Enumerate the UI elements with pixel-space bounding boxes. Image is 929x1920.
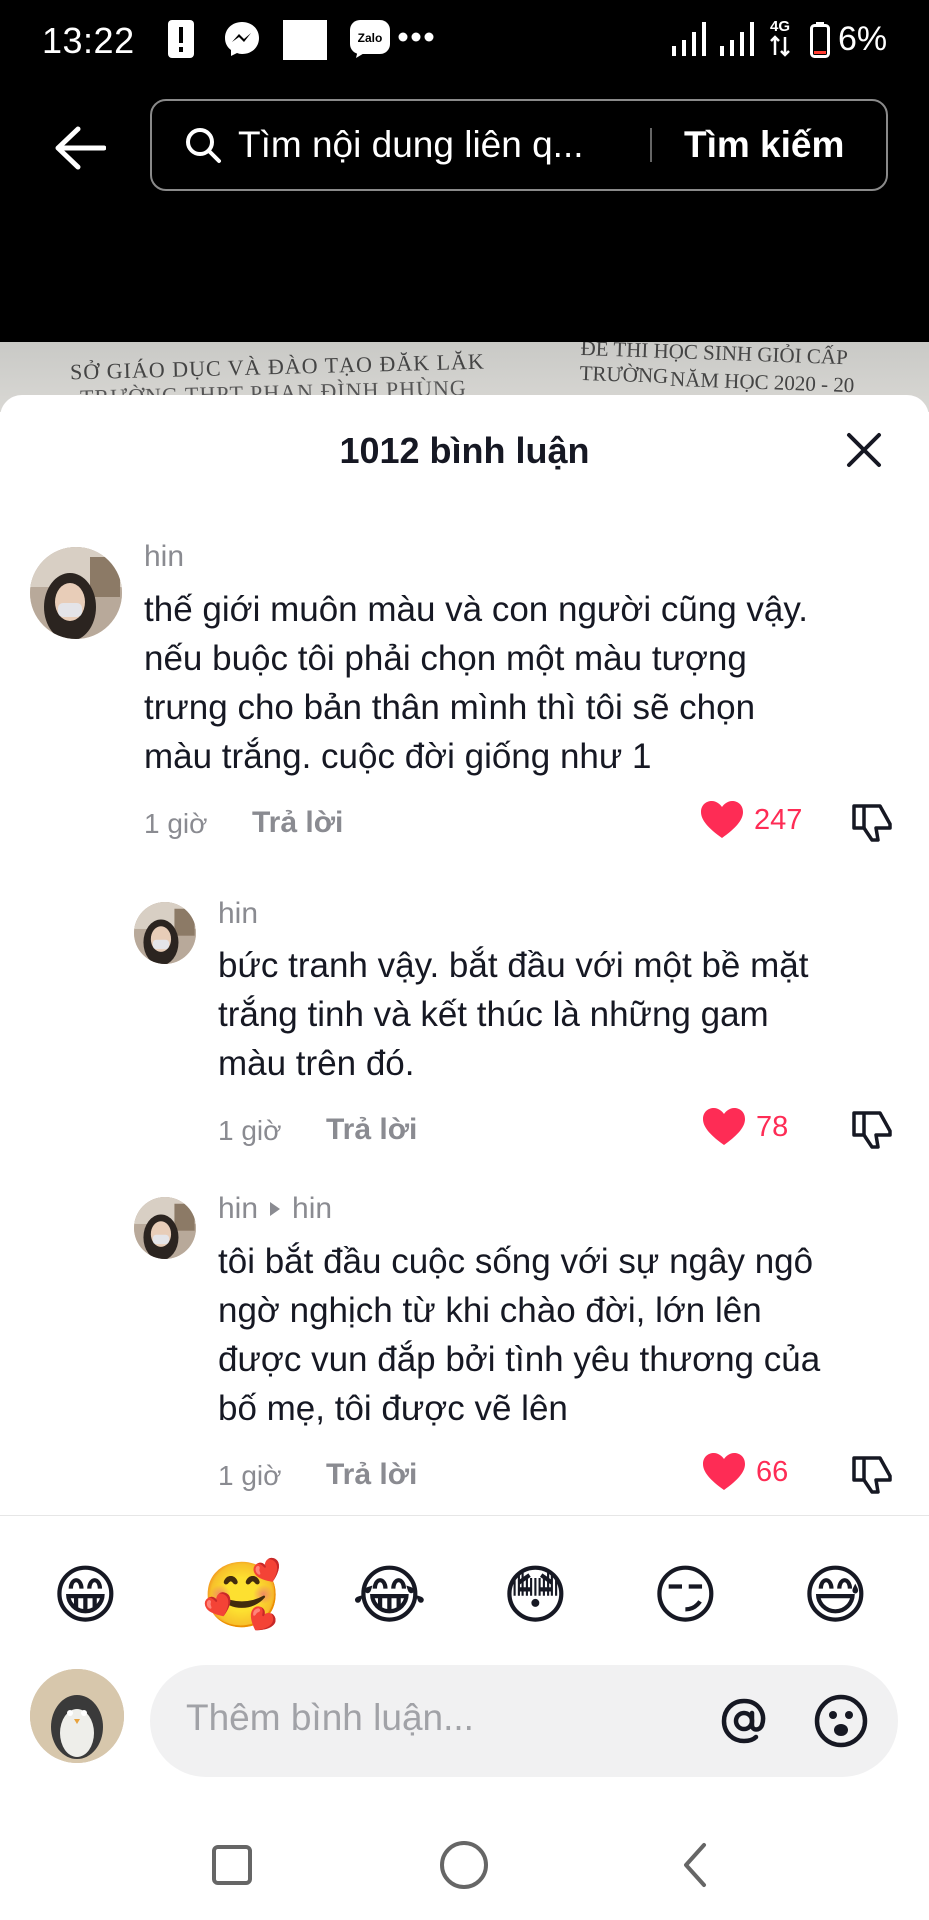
comments-count-title: 1012 bình luận xyxy=(339,430,590,471)
dislike-icon[interactable] xyxy=(850,1107,894,1151)
status-bar: 13:22 Zalo 4G 6% xyxy=(0,0,929,80)
user-photo xyxy=(134,1197,196,1259)
battery-icon xyxy=(810,22,830,58)
like-button[interactable]: 78 xyxy=(702,1107,788,1147)
search-button[interactable]: Tìm kiếm xyxy=(684,124,844,166)
home-icon[interactable] xyxy=(434,1835,494,1895)
reply-to-username[interactable]: hin xyxy=(292,1192,332,1226)
emoji-grin[interactable]: 😁 xyxy=(52,1556,119,1636)
network-label: 4G xyxy=(769,18,790,35)
comment-text-line: nếu buộc tôi phải chọn một màu tượng xyxy=(144,639,747,678)
comment-text-line: thế giới muôn màu và con người cũng vậy. xyxy=(144,590,809,629)
user-photo xyxy=(30,547,122,639)
avatar[interactable] xyxy=(30,547,122,639)
back-nav-icon[interactable] xyxy=(666,1835,726,1895)
emoji-sweat-smile[interactable]: 😅 xyxy=(802,1556,869,1636)
like-count: 66 xyxy=(756,1455,789,1488)
my-avatar[interactable] xyxy=(30,1669,124,1763)
heart-icon xyxy=(703,1108,745,1145)
comment-text-line: trắng tinh và kết thúc là những gam xyxy=(218,995,769,1034)
doc-line: NĂM HỌC 2020 - 20 xyxy=(669,366,855,398)
reply-button[interactable]: Trả lời xyxy=(326,1113,417,1147)
reply-button[interactable]: Trả lời xyxy=(326,1458,417,1492)
emoji-picker-icon[interactable] xyxy=(805,1685,877,1757)
comment-reply-header: hin hin xyxy=(218,1192,332,1226)
search-icon xyxy=(186,128,221,163)
status-time: 13:22 xyxy=(42,20,135,61)
zalo-label: Zalo xyxy=(358,31,383,45)
comment-username[interactable]: hin xyxy=(218,897,258,931)
comment-text: bức tranh vậy. bắt đầu với một bề mặt tr… xyxy=(218,941,808,1088)
signal-icon xyxy=(672,22,706,56)
comment-text-line: tôi bắt đầu cuộc sống với sự ngây ngô xyxy=(218,1242,814,1281)
like-button[interactable]: 247 xyxy=(700,800,802,840)
search-header: Tìm nội dung liên q... Tìm kiếm xyxy=(0,80,929,342)
comment-username[interactable]: hin xyxy=(144,540,184,574)
comment-text-line: ngờ nghịch từ khi chào đời, lớn lên xyxy=(218,1291,762,1330)
avatar[interactable] xyxy=(134,902,196,964)
comment-text-line: trưng cho bản thân mình thì tôi sẽ chọn xyxy=(144,688,756,727)
emoji-smirk[interactable]: 😏 xyxy=(652,1556,719,1636)
close-icon[interactable] xyxy=(839,425,889,475)
more-dots-icon xyxy=(398,32,434,42)
gallery-icon xyxy=(283,20,327,60)
signal-icon xyxy=(720,22,754,56)
comment-time: 1 giờ xyxy=(218,1115,282,1146)
network-type: 4G xyxy=(766,18,794,61)
caret-right-icon xyxy=(270,1202,281,1216)
comment-text: thế giới muôn màu và con người cũng vậy.… xyxy=(144,585,808,781)
comment-text-line: bố mẹ, tôi được vẽ lên xyxy=(218,1389,568,1428)
zalo-icon: Zalo xyxy=(350,20,390,58)
search-box[interactable]: Tìm nội dung liên q... Tìm kiếm xyxy=(150,99,888,191)
mention-icon[interactable] xyxy=(708,1685,780,1757)
messenger-icon xyxy=(225,22,259,56)
user-photo xyxy=(134,902,196,964)
reply-button[interactable]: Trả lời xyxy=(252,806,343,840)
comment-placeholder: Thêm bình luận... xyxy=(186,1697,474,1738)
avatar[interactable] xyxy=(134,1197,196,1259)
emoji-tears-of-joy[interactable]: 😂 xyxy=(352,1556,427,1636)
comment-text-line: được vun đắp bởi tình yêu thương của xyxy=(218,1340,821,1379)
comment-time: 1 giờ xyxy=(218,1460,282,1491)
emoji-quick-bar: 😁 🥰 😂 😳 😏 😅 xyxy=(0,1515,929,1665)
data-arrows-icon xyxy=(770,35,790,57)
emoji-flushed[interactable]: 😳 xyxy=(502,1556,569,1636)
battery-percent: 6% xyxy=(838,20,888,58)
comment-username[interactable]: hin xyxy=(218,1192,258,1226)
comment-input-row: Thêm bình luận... xyxy=(0,1665,929,1785)
comment-field[interactable]: Thêm bình luận... xyxy=(150,1665,898,1777)
like-button[interactable]: 66 xyxy=(702,1452,788,1492)
emoji-smiling-hearts[interactable]: 🥰 xyxy=(202,1556,282,1636)
arrow-left-icon xyxy=(55,126,106,170)
comment-text-line: màu trắng. cuộc đời giống như 1 xyxy=(144,737,652,776)
comment-text-line: bức tranh vậy. bắt đầu với một bề mặt xyxy=(218,946,809,985)
system-nav-bar xyxy=(0,1800,929,1920)
dislike-icon[interactable] xyxy=(850,800,894,844)
heart-icon xyxy=(701,801,743,838)
dislike-icon[interactable] xyxy=(850,1452,894,1496)
recent-apps-icon[interactable] xyxy=(202,1835,262,1895)
comment-text-line: màu trên đó. xyxy=(218,1044,415,1083)
alert-icon xyxy=(168,20,194,58)
heart-icon xyxy=(703,1453,745,1490)
comment-time: 1 giờ xyxy=(144,808,208,839)
penguin-avatar xyxy=(30,1669,124,1763)
search-input[interactable]: Tìm nội dung liên q... xyxy=(238,124,638,166)
comment-text: tôi bắt đầu cuộc sống với sự ngây ngô ng… xyxy=(218,1237,820,1433)
back-button[interactable] xyxy=(50,118,110,178)
like-count: 78 xyxy=(756,1110,789,1143)
like-count: 247 xyxy=(754,803,803,836)
search-divider xyxy=(650,128,652,162)
